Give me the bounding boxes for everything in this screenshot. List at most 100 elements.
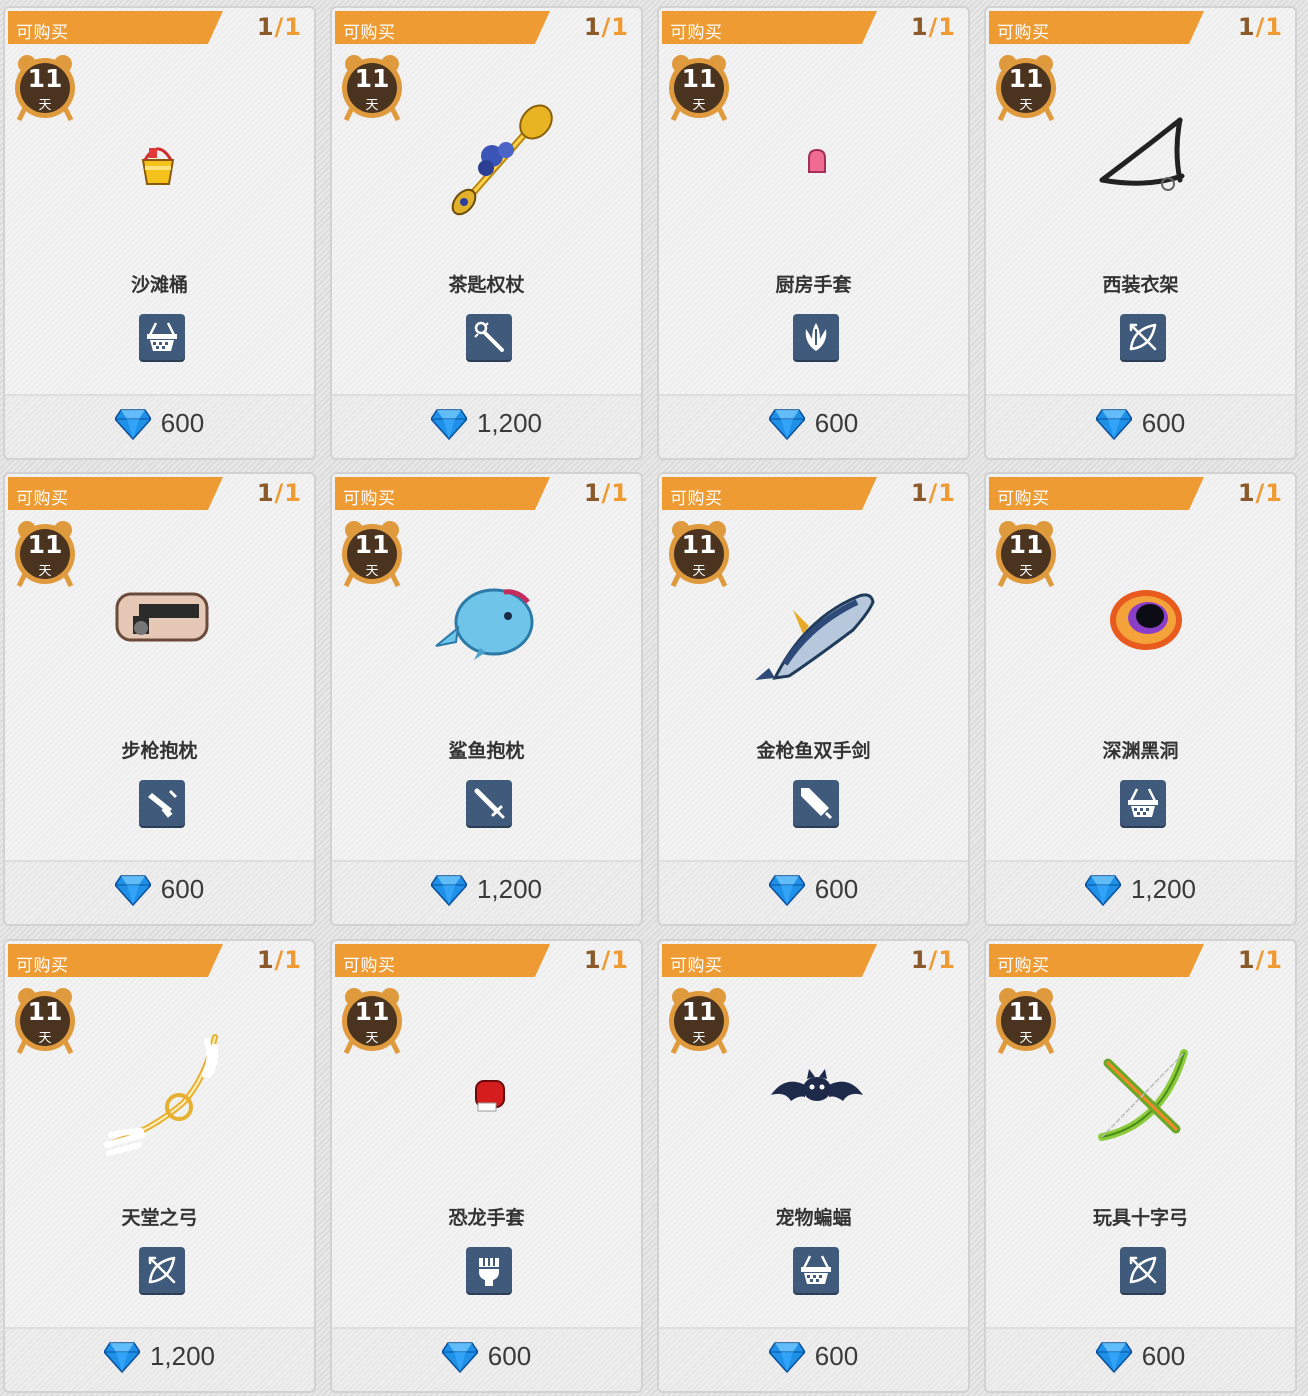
purchasable-label: 可购买 <box>670 23 723 43</box>
timer-unit: 天 <box>692 1031 706 1046</box>
price: 1,200 <box>986 874 1295 907</box>
item-name: 西装衣架 <box>1102 274 1179 296</box>
price-bar[interactable]: 1,200 <box>332 394 641 458</box>
price: 600 <box>5 874 314 907</box>
timer-days: 11 <box>1008 64 1044 93</box>
crossbow-item-image <box>1098 1049 1188 1141</box>
bow-type-icon <box>1120 314 1166 360</box>
timer-unit: 天 <box>1019 1031 1033 1046</box>
shop-item-card[interactable]: 可购买 1/1 11 天 茶匙权杖 1,200 <box>330 6 643 460</box>
price-bar[interactable]: 600 <box>332 1327 641 1391</box>
price-bar[interactable]: 600 <box>5 860 314 924</box>
price: 600 <box>5 408 314 441</box>
timer-days: 11 <box>354 530 390 559</box>
price-value: 600 <box>160 874 205 904</box>
item-name: 沙滩桶 <box>130 274 188 296</box>
stock-max: 1 <box>284 13 302 41</box>
shop-item-card[interactable]: 可购买 1/1 11 天 鲨鱼抱枕 1,200 <box>330 472 643 926</box>
price: 600 <box>332 1341 641 1374</box>
purchasable-label: 可购买 <box>997 489 1050 509</box>
purchasable-banner: 可购买 <box>335 477 550 510</box>
item-name: 玩具十字弓 <box>1092 1207 1188 1229</box>
shop-item-card[interactable]: 可购买 1/1 11 天 金枪鱼双手剑 600 <box>657 472 970 926</box>
stock-current: 1 <box>1237 479 1256 507</box>
shop-item-card[interactable]: 可购买 1/1 11 天 恐龙手套 600 <box>330 939 643 1393</box>
purchasable-label: 可购买 <box>343 23 396 43</box>
stock-max: 1 <box>938 946 956 974</box>
stock-current: 1 <box>583 479 602 507</box>
purchasable-banner: 可购买 <box>662 11 877 44</box>
stock-current: 1 <box>583 13 602 41</box>
price-bar[interactable]: 1,200 <box>332 860 641 924</box>
gun-type-icon <box>139 780 185 826</box>
timer-unit: 天 <box>692 98 706 113</box>
stock-separator: / <box>1255 13 1266 41</box>
alarm-clock-icon: 11 天 <box>994 985 1062 1057</box>
purchasable-label: 可购买 <box>16 23 69 43</box>
purchase-limit: 1/1 <box>257 946 302 974</box>
stock-max: 1 <box>1265 13 1283 41</box>
price-value: 1,200 <box>1130 874 1197 904</box>
alarm-clock-icon: 11 天 <box>13 52 81 124</box>
diamond-icon <box>767 408 815 441</box>
purchase-limit: 1/1 <box>1238 479 1283 507</box>
purchasable-label: 可购买 <box>343 956 396 976</box>
basket-type-icon <box>139 314 185 360</box>
purchasable-banner: 可购买 <box>989 944 1204 977</box>
shop-item-card[interactable]: 可购买 1/1 11 天 宠物蝙蝠 600 <box>657 939 970 1393</box>
item-name: 金枪鱼双手剑 <box>756 740 871 762</box>
timer-days: 11 <box>1008 530 1044 559</box>
timer-unit: 天 <box>38 98 52 113</box>
purchase-limit: 1/1 <box>584 946 629 974</box>
price-bar[interactable]: 600 <box>5 394 314 458</box>
alarm-clock-icon: 11 天 <box>13 985 81 1057</box>
mitt-pink-item-image <box>808 148 826 173</box>
price: 600 <box>659 408 968 441</box>
shop-item-card[interactable]: 可购买 1/1 11 天 厨房手套 600 <box>657 6 970 460</box>
price-value: 600 <box>814 874 859 904</box>
greatsword-type-icon <box>793 780 839 826</box>
price: 600 <box>986 1341 1295 1374</box>
shop-item-card[interactable]: 可购买 1/1 11 天 玩具十字弓 600 <box>984 939 1297 1393</box>
glove-red-item-image <box>475 1080 505 1112</box>
price-value: 600 <box>160 408 205 438</box>
shop-item-card[interactable]: 可购买 1/1 11 天 西装衣架 600 <box>984 6 1297 460</box>
shop-item-card[interactable]: 可购买 1/1 11 天 天堂之弓 1,200 <box>3 939 316 1393</box>
price-bar[interactable]: 600 <box>659 860 968 924</box>
purchase-limit: 1/1 <box>257 13 302 41</box>
diamond-icon <box>767 1341 815 1374</box>
timer-days: 11 <box>27 64 63 93</box>
alarm-clock-icon: 11 天 <box>340 985 408 1057</box>
purchasable-banner: 可购买 <box>335 11 550 44</box>
item-name: 天堂之弓 <box>121 1207 198 1229</box>
stock-current: 1 <box>256 479 275 507</box>
stock-separator: / <box>1255 479 1266 507</box>
shop-item-card[interactable]: 可购买 1/1 11 天 步枪抱枕 600 <box>3 472 316 926</box>
shop-item-card[interactable]: 可购买 1/1 11 天 深渊黑洞 1,200 <box>984 472 1297 926</box>
diamond-icon <box>440 1341 488 1374</box>
stock-max: 1 <box>1265 946 1283 974</box>
price-bar[interactable]: 600 <box>986 394 1295 458</box>
sword-type-icon <box>466 780 512 826</box>
wand-type-icon <box>466 314 512 360</box>
stock-separator: / <box>274 946 285 974</box>
timer-unit: 天 <box>1019 98 1033 113</box>
diamond-icon <box>767 874 815 907</box>
wingbow-item-image <box>104 1034 219 1156</box>
item-name: 茶匙权杖 <box>448 274 525 296</box>
timer-days: 11 <box>27 997 63 1026</box>
shop-item-card[interactable]: 可购买 1/1 11 天 沙滩桶 600 <box>3 6 316 460</box>
price-bar[interactable]: 600 <box>659 394 968 458</box>
price: 1,200 <box>5 1341 314 1374</box>
tuna-item-image <box>755 593 875 680</box>
price-bar[interactable]: 600 <box>659 1327 968 1391</box>
price: 1,200 <box>332 408 641 441</box>
price-value: 600 <box>487 1341 532 1371</box>
price-bar[interactable]: 600 <box>986 1327 1295 1391</box>
stock-current: 1 <box>1237 946 1256 974</box>
price-value: 600 <box>814 1341 859 1371</box>
price-bar[interactable]: 1,200 <box>986 860 1295 924</box>
timer-unit: 天 <box>692 564 706 579</box>
purchasable-banner: 可购买 <box>8 11 223 44</box>
price-bar[interactable]: 1,200 <box>5 1327 314 1391</box>
